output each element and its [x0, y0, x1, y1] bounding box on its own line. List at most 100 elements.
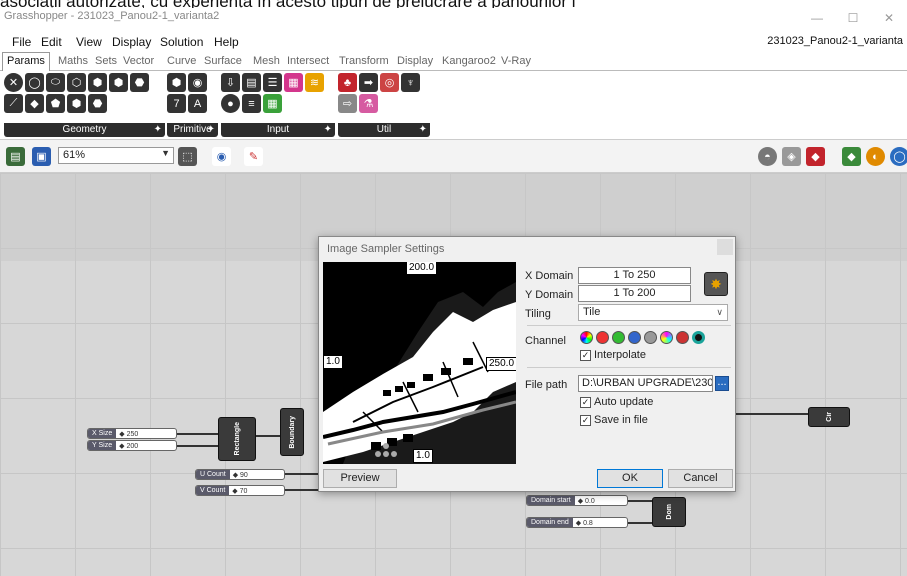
preview-off-icon[interactable]: ◓ [758, 147, 777, 166]
preview-wire-icon[interactable]: ◈ [782, 147, 801, 166]
preview-button[interactable]: Preview [323, 469, 397, 488]
tab-vector[interactable]: Vector [123, 55, 154, 67]
pin-icon[interactable]: ✦ [324, 123, 332, 137]
save-in-file-checkbox[interactable]: ✓ Save in file [580, 414, 648, 426]
x-domain-input[interactable]: 1 To 250 [578, 267, 691, 284]
brightness-channel-icon[interactable] [692, 331, 705, 344]
value-list-icon[interactable]: ☰ [263, 73, 282, 92]
cancel-button[interactable]: Cancel [668, 469, 733, 488]
green-channel-icon[interactable] [612, 331, 625, 344]
tab-kangaroo2[interactable]: Kangaroo2 [442, 55, 496, 67]
u-count-slider[interactable]: U Count ◆ 90 [195, 469, 285, 480]
file-path-input[interactable]: D:\URBAN UPGRADE\230112 [578, 375, 713, 392]
boolean-icon[interactable]: ⬢ [167, 73, 186, 92]
pin-icon[interactable]: ✦ [419, 123, 427, 137]
auto-update-checkbox[interactable]: ✓ Auto update [580, 396, 653, 408]
tab-transform[interactable]: Transform [339, 55, 389, 67]
flask-icon[interactable]: ⚗ [359, 94, 378, 113]
menu-help[interactable]: Help [214, 35, 239, 49]
image-preview[interactable]: 200.0 1.0 250.0 1.0 [323, 262, 516, 464]
box-param-icon[interactable]: ⬣ [130, 73, 149, 92]
v-count-slider[interactable]: V Count ◆ 70 [195, 485, 285, 496]
saturation-channel-icon[interactable] [676, 331, 689, 344]
minimize-button[interactable]: — [799, 8, 835, 32]
tab-vray[interactable]: V-Ray [501, 55, 531, 67]
zoom-extents-icon[interactable]: ⬚ [178, 147, 197, 166]
tab-maths[interactable]: Maths [58, 55, 88, 67]
plane-param-icon[interactable]: ◆ [25, 94, 44, 113]
maximize-button[interactable]: ☐ [835, 8, 871, 32]
slider-label: Domain end [527, 518, 573, 527]
toggle-icon[interactable]: ⇩ [221, 73, 240, 92]
zoom-select[interactable]: 61% ▼ [58, 147, 174, 164]
hue-channel-icon[interactable] [660, 331, 673, 344]
settings-gear-icon[interactable]: ✸ [704, 272, 728, 296]
save-icon[interactable]: ▣ [32, 147, 51, 166]
rgb-channel-icon[interactable] [580, 331, 593, 344]
panel-icon[interactable]: ▤ [242, 73, 261, 92]
tab-params[interactable]: Params [2, 52, 50, 71]
red-channel-icon[interactable] [596, 331, 609, 344]
sketch-icon[interactable]: ✎ [244, 147, 263, 166]
button-icon[interactable]: ● [221, 94, 240, 113]
tab-display[interactable]: Display [397, 55, 433, 67]
browse-button[interactable]: ... [715, 376, 729, 391]
menu-view[interactable]: View [76, 35, 102, 49]
menu-edit[interactable]: Edit [41, 35, 62, 49]
fitness-icon[interactable]: ◎ [380, 73, 399, 92]
ok-button[interactable]: OK [597, 469, 663, 488]
group-param-icon[interactable]: ⬢ [67, 94, 86, 113]
tab-curve[interactable]: Curve [167, 55, 196, 67]
menu-display[interactable]: Display [112, 35, 151, 49]
integer-icon[interactable]: ◉ [188, 73, 207, 92]
vector-param-icon[interactable]: ⬟ [46, 94, 65, 113]
pin-icon[interactable]: ✦ [154, 123, 162, 137]
alpha-channel-icon[interactable] [644, 331, 657, 344]
menu-solution[interactable]: Solution [160, 35, 203, 49]
curve-param-icon[interactable]: ⬭ [46, 73, 65, 92]
rectangle-component[interactable]: Rectangle [218, 417, 256, 461]
close-window-button[interactable]: ✕ [871, 8, 907, 32]
domain-end-slider[interactable]: Domain end ◆ 0.8 [526, 517, 628, 528]
line-param-icon[interactable]: ⟋ [4, 94, 23, 113]
eye-icon[interactable]: ◉ [212, 147, 231, 166]
surface-param-icon[interactable]: ⬡ [67, 73, 86, 92]
point-icon[interactable]: ✕ [4, 73, 23, 92]
circle-param-icon[interactable]: ◯ [25, 73, 44, 92]
list-icon[interactable]: ≡ [242, 94, 261, 113]
boundary-component[interactable]: Boundary [280, 408, 304, 456]
swatch-icon[interactable]: ▦ [284, 73, 303, 92]
menu-file[interactable]: File [12, 35, 31, 49]
y-domain-input[interactable]: 1 To 200 [578, 285, 691, 302]
tab-intersect[interactable]: Intersect [287, 55, 329, 67]
arrow-right-icon[interactable]: ➡ [359, 73, 378, 92]
open-file-icon[interactable]: ▤ [6, 147, 25, 166]
interpolate-checkbox[interactable]: ✓ Interpolate [580, 349, 646, 361]
tab-sets[interactable]: Sets [95, 55, 117, 67]
circle-component[interactable]: Cir [808, 407, 850, 427]
arrow-outline-icon[interactable]: ⇨ [338, 94, 357, 113]
blue-channel-icon[interactable] [628, 331, 641, 344]
preview-shaded-icon[interactable]: ◆ [806, 147, 825, 166]
image-sampler-icon[interactable]: ≋ [305, 73, 324, 92]
number-icon[interactable]: 7 [167, 94, 186, 113]
x-size-slider[interactable]: X Size ◆ 250 [87, 428, 177, 439]
globe-icon[interactable]: ◯ [890, 147, 907, 166]
preview-selected-icon[interactable]: ◆ [842, 147, 861, 166]
display-mode-icon[interactable]: ◐ [866, 147, 885, 166]
pin-icon[interactable]: ✦ [207, 123, 215, 137]
brep-param-icon[interactable]: ⬢ [88, 73, 107, 92]
transform-param-icon[interactable]: ⬣ [88, 94, 107, 113]
y-size-slider[interactable]: Y Size ◆ 200 [87, 440, 177, 451]
tab-surface[interactable]: Surface [204, 55, 242, 67]
cherry-icon[interactable]: ♣ [338, 73, 357, 92]
domain-component[interactable]: Dom [652, 497, 686, 527]
text-icon[interactable]: A [188, 94, 207, 113]
tiling-select[interactable]: Tile ∨ [578, 304, 728, 321]
mesh-param-icon[interactable]: ⬢ [109, 73, 128, 92]
tree-icon[interactable]: ♆ [401, 73, 420, 92]
dialog-close-button[interactable] [717, 239, 733, 255]
domain-start-slider[interactable]: Domain start ◆ 0.0 [526, 495, 628, 506]
tab-mesh[interactable]: Mesh [253, 55, 280, 67]
grid-input-icon[interactable]: ▦ [263, 94, 282, 113]
